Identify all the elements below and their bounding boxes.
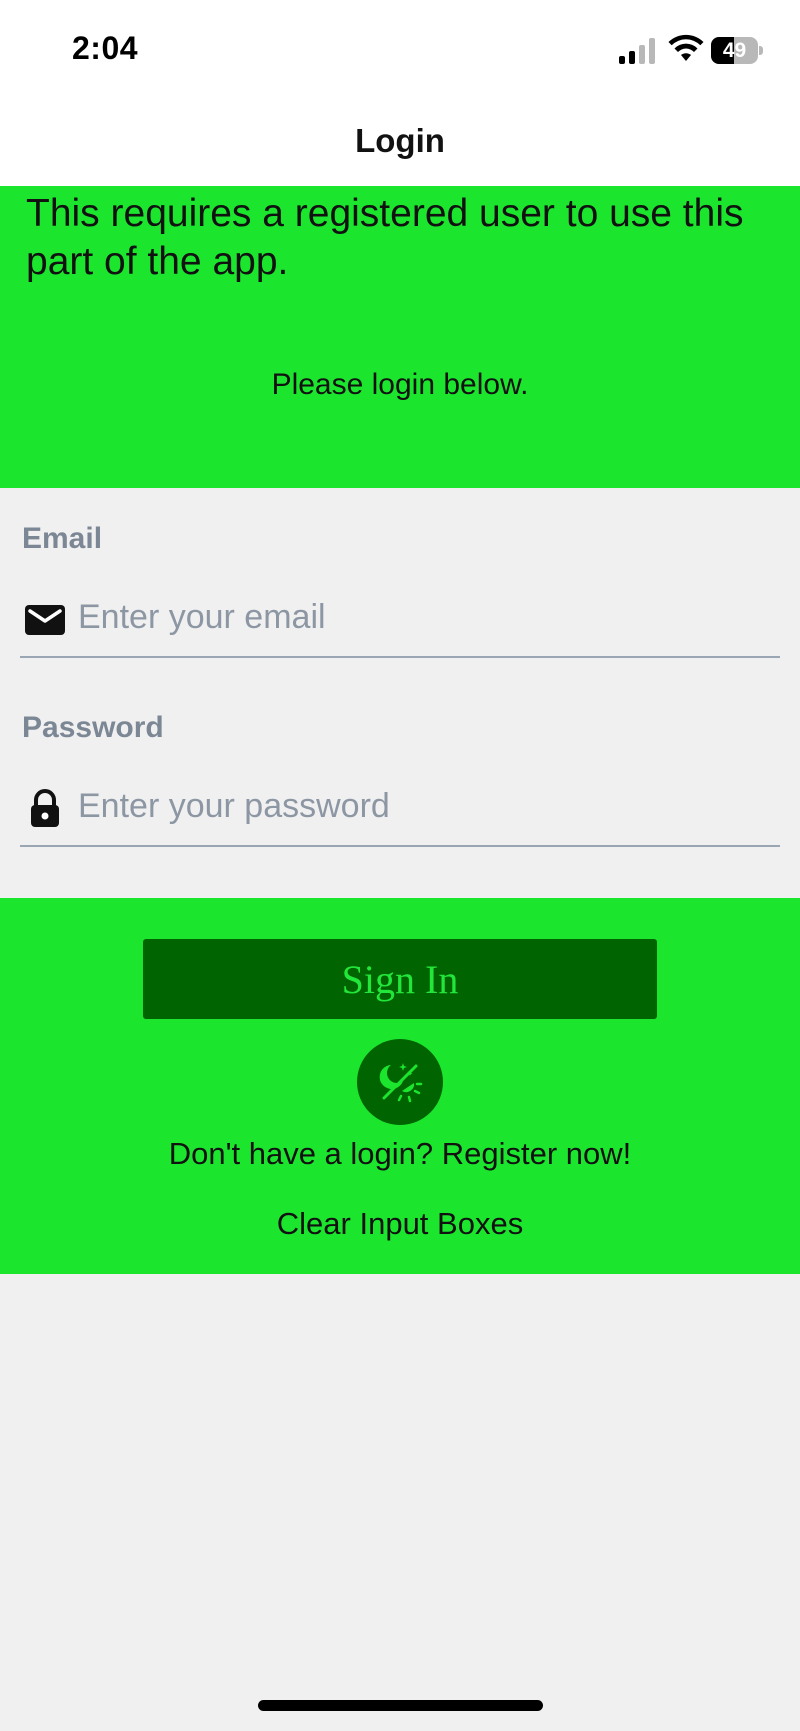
clear-inputs-link[interactable]: Clear Input Boxes: [0, 1206, 800, 1242]
login-screen: 2:04 49 Login This requires a registered…: [0, 0, 800, 1731]
please-login-text: Please login below.: [271, 368, 529, 401]
email-input[interactable]: [78, 588, 768, 646]
email-field-row: [20, 578, 780, 658]
status-bar: 2:04 49: [0, 0, 800, 100]
password-field-row: [20, 767, 780, 847]
home-indicator: [258, 1700, 543, 1711]
page-title: Login: [355, 122, 445, 159]
theme-toggle-button[interactable]: [357, 1039, 443, 1125]
theme-toggle-icon: [379, 1063, 423, 1103]
envelope-icon: [25, 605, 65, 635]
status-time: 2:04: [72, 30, 139, 66]
wifi-icon: [668, 34, 704, 61]
actions-panel: Sign In Don't have a login? Register now…: [0, 898, 800, 1274]
cellular-signal-icon: [619, 38, 655, 64]
email-label: Email: [22, 522, 103, 555]
register-link[interactable]: Don't have a login? Register now!: [0, 1136, 800, 1172]
navigation-bar: Login: [0, 100, 800, 186]
password-input[interactable]: [78, 777, 768, 835]
info-panel: This requires a registered user to use t…: [0, 186, 800, 488]
lock-icon: [31, 789, 59, 827]
battery-percent: 49: [722, 39, 747, 62]
requires-registration-text: This requires a registered user to use t…: [26, 192, 744, 283]
sign-in-button[interactable]: Sign In: [143, 939, 657, 1019]
battery-icon: 49: [711, 37, 763, 64]
password-label: Password: [22, 711, 164, 744]
